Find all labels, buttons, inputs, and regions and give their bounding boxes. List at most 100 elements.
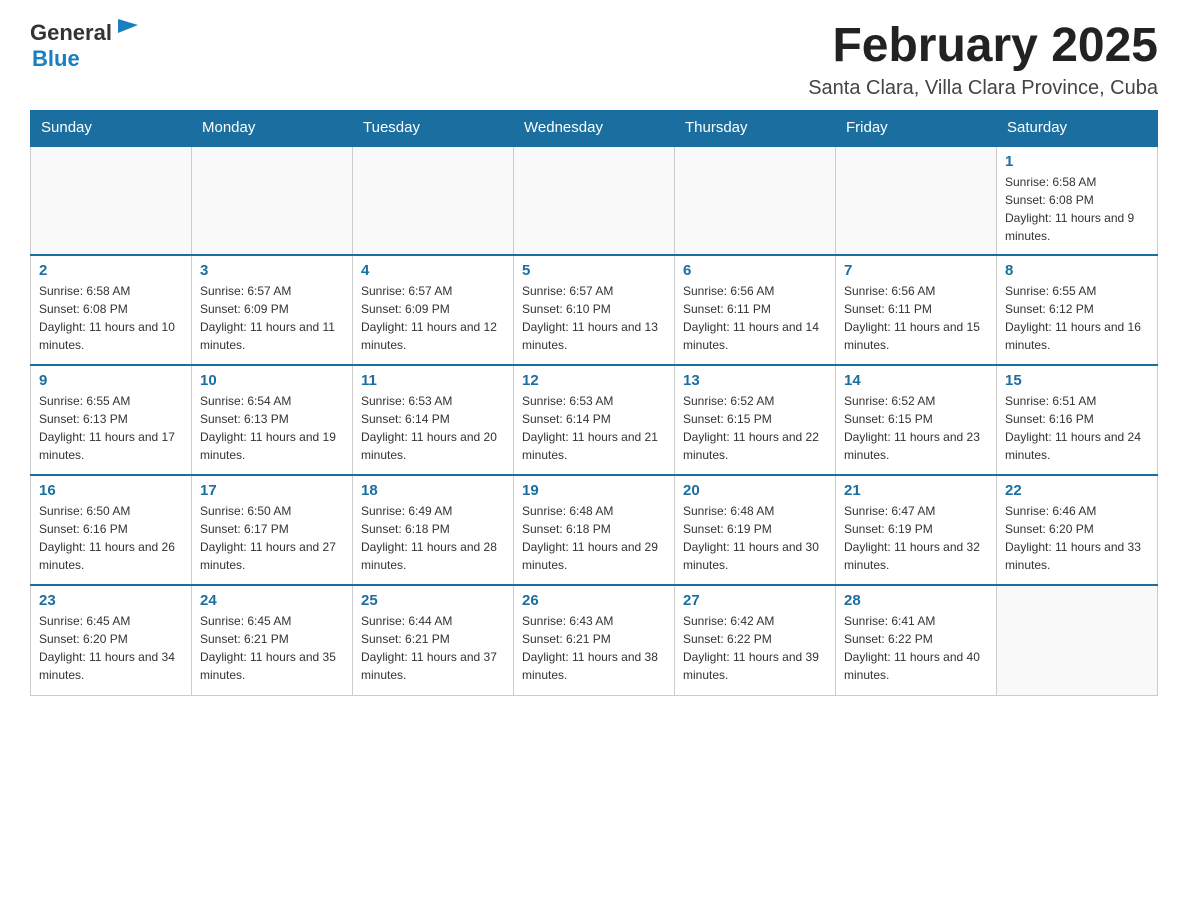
calendar-day-cell: 25 Sunrise: 6:44 AMSunset: 6:21 PMDayligh…: [353, 585, 514, 695]
calendar-day-cell: 5 Sunrise: 6:57 AMSunset: 6:10 PMDaylight…: [514, 255, 675, 365]
day-number: 24: [200, 592, 344, 609]
day-info: Sunrise: 6:46 AMSunset: 6:20 PMDaylight:…: [1005, 502, 1149, 574]
calendar-day-cell: 4 Sunrise: 6:57 AMSunset: 6:09 PMDaylight…: [353, 255, 514, 365]
day-number: 26: [522, 592, 666, 609]
day-of-week-header: Sunday: [31, 110, 192, 145]
day-info: Sunrise: 6:57 AMSunset: 6:09 PMDaylight:…: [200, 282, 344, 354]
day-number: 25: [361, 592, 505, 609]
calendar-day-cell: 1 Sunrise: 6:58 AMSunset: 6:08 PMDaylight…: [997, 145, 1158, 255]
day-number: 4: [361, 262, 505, 279]
day-info: Sunrise: 6:54 AMSunset: 6:13 PMDaylight:…: [200, 392, 344, 464]
day-info: Sunrise: 6:49 AMSunset: 6:18 PMDaylight:…: [361, 502, 505, 574]
day-number: 1: [1005, 153, 1149, 170]
calendar-day-cell: 13 Sunrise: 6:52 AMSunset: 6:15 PMDayligh…: [675, 365, 836, 475]
day-number: 3: [200, 262, 344, 279]
day-info: Sunrise: 6:53 AMSunset: 6:14 PMDaylight:…: [522, 392, 666, 464]
day-number: 8: [1005, 262, 1149, 279]
calendar-day-cell: 6 Sunrise: 6:56 AMSunset: 6:11 PMDaylight…: [675, 255, 836, 365]
calendar-day-cell: 28 Sunrise: 6:41 AMSunset: 6:22 PMDayligh…: [836, 585, 997, 695]
logo: General Blue: [30, 20, 142, 72]
calendar-title-block: February 2025 Santa Clara, Villa Clara P…: [808, 20, 1158, 100]
day-number: 16: [39, 482, 183, 499]
day-info: Sunrise: 6:48 AMSunset: 6:18 PMDaylight:…: [522, 502, 666, 574]
day-number: 22: [1005, 482, 1149, 499]
logo-general-text: General: [30, 20, 112, 46]
day-number: 21: [844, 482, 988, 499]
calendar-day-cell: 3 Sunrise: 6:57 AMSunset: 6:09 PMDaylight…: [192, 255, 353, 365]
day-info: Sunrise: 6:45 AMSunset: 6:20 PMDaylight:…: [39, 612, 183, 684]
calendar-day-cell: 17Sunrise: 6:50 AMSunset: 6:17 PMDayligh…: [192, 475, 353, 585]
calendar-day-cell: 20 Sunrise: 6:48 AMSunset: 6:19 PMDayligh…: [675, 475, 836, 585]
day-info: Sunrise: 6:47 AMSunset: 6:19 PMDaylight:…: [844, 502, 988, 574]
day-info: Sunrise: 6:58 AMSunset: 6:08 PMDaylight:…: [39, 282, 183, 354]
calendar-day-cell: [192, 145, 353, 255]
day-number: 20: [683, 482, 827, 499]
calendar-day-cell: 24Sunrise: 6:45 AMSunset: 6:21 PMDayligh…: [192, 585, 353, 695]
day-info: Sunrise: 6:53 AMSunset: 6:14 PMDaylight:…: [361, 392, 505, 464]
day-number: 28: [844, 592, 988, 609]
day-number: 18: [361, 482, 505, 499]
calendar-day-cell: 2 Sunrise: 6:58 AMSunset: 6:08 PMDaylight…: [31, 255, 192, 365]
calendar-day-cell: 26 Sunrise: 6:43 AMSunset: 6:21 PMDayligh…: [514, 585, 675, 695]
day-number: 27: [683, 592, 827, 609]
calendar-day-cell: [675, 145, 836, 255]
day-info: Sunrise: 6:43 AMSunset: 6:21 PMDaylight:…: [522, 612, 666, 684]
day-info: Sunrise: 6:52 AMSunset: 6:15 PMDaylight:…: [844, 392, 988, 464]
day-number: 15: [1005, 372, 1149, 389]
month-title: February 2025: [808, 20, 1158, 73]
day-info: Sunrise: 6:50 AMSunset: 6:16 PMDaylight:…: [39, 502, 183, 574]
day-of-week-header: Tuesday: [353, 110, 514, 145]
calendar-day-cell: 8Sunrise: 6:55 AMSunset: 6:12 PMDaylight…: [997, 255, 1158, 365]
calendar-day-cell: 18 Sunrise: 6:49 AMSunset: 6:18 PMDayligh…: [353, 475, 514, 585]
calendar-day-cell: 10 Sunrise: 6:54 AMSunset: 6:13 PMDayligh…: [192, 365, 353, 475]
calendar-week-row: 1 Sunrise: 6:58 AMSunset: 6:08 PMDaylight…: [31, 145, 1158, 255]
calendar-table: SundayMondayTuesdayWednesdayThursdayFrid…: [30, 110, 1158, 696]
day-info: Sunrise: 6:44 AMSunset: 6:21 PMDaylight:…: [361, 612, 505, 684]
day-info: Sunrise: 6:57 AMSunset: 6:10 PMDaylight:…: [522, 282, 666, 354]
day-number: 9: [39, 372, 183, 389]
calendar-day-cell: 22 Sunrise: 6:46 AMSunset: 6:20 PMDayligh…: [997, 475, 1158, 585]
day-number: 6: [683, 262, 827, 279]
day-of-week-header: Thursday: [675, 110, 836, 145]
calendar-day-cell: 27Sunrise: 6:42 AMSunset: 6:22 PMDayligh…: [675, 585, 836, 695]
day-of-week-header: Saturday: [997, 110, 1158, 145]
day-number: 11: [361, 372, 505, 389]
calendar-day-cell: 19 Sunrise: 6:48 AMSunset: 6:18 PMDayligh…: [514, 475, 675, 585]
day-number: 13: [683, 372, 827, 389]
calendar-week-row: 9Sunrise: 6:55 AMSunset: 6:13 PMDaylight…: [31, 365, 1158, 475]
day-number: 14: [844, 372, 988, 389]
calendar-day-cell: [31, 145, 192, 255]
calendar-week-row: 16 Sunrise: 6:50 AMSunset: 6:16 PMDayligh…: [31, 475, 1158, 585]
calendar-week-row: 23 Sunrise: 6:45 AMSunset: 6:20 PMDayligh…: [31, 585, 1158, 695]
day-number: 7: [844, 262, 988, 279]
day-info: Sunrise: 6:48 AMSunset: 6:19 PMDaylight:…: [683, 502, 827, 574]
calendar-day-cell: [514, 145, 675, 255]
day-number: 12: [522, 372, 666, 389]
calendar-day-cell: 9Sunrise: 6:55 AMSunset: 6:13 PMDaylight…: [31, 365, 192, 475]
day-of-week-header: Wednesday: [514, 110, 675, 145]
day-info: Sunrise: 6:51 AMSunset: 6:16 PMDaylight:…: [1005, 392, 1149, 464]
calendar-day-cell: [353, 145, 514, 255]
day-number: 23: [39, 592, 183, 609]
calendar-day-cell: 15 Sunrise: 6:51 AMSunset: 6:16 PMDayligh…: [997, 365, 1158, 475]
day-info: Sunrise: 6:52 AMSunset: 6:15 PMDaylight:…: [683, 392, 827, 464]
day-of-week-header: Monday: [192, 110, 353, 145]
day-info: Sunrise: 6:57 AMSunset: 6:09 PMDaylight:…: [361, 282, 505, 354]
day-info: Sunrise: 6:56 AMSunset: 6:11 PMDaylight:…: [683, 282, 827, 354]
calendar-day-cell: 12 Sunrise: 6:53 AMSunset: 6:14 PMDayligh…: [514, 365, 675, 475]
day-number: 19: [522, 482, 666, 499]
calendar-day-cell: 11 Sunrise: 6:53 AMSunset: 6:14 PMDayligh…: [353, 365, 514, 475]
day-number: 5: [522, 262, 666, 279]
day-number: 2: [39, 262, 183, 279]
calendar-day-cell: [836, 145, 997, 255]
logo-flag-icon: [114, 15, 142, 43]
calendar-week-row: 2 Sunrise: 6:58 AMSunset: 6:08 PMDaylight…: [31, 255, 1158, 365]
calendar-day-cell: 7Sunrise: 6:56 AMSunset: 6:11 PMDaylight…: [836, 255, 997, 365]
day-info: Sunrise: 6:41 AMSunset: 6:22 PMDaylight:…: [844, 612, 988, 684]
day-info: Sunrise: 6:50 AMSunset: 6:17 PMDaylight:…: [200, 502, 344, 574]
calendar-day-cell: [997, 585, 1158, 695]
day-info: Sunrise: 6:58 AMSunset: 6:08 PMDaylight:…: [1005, 173, 1149, 245]
calendar-header-row: SundayMondayTuesdayWednesdayThursdayFrid…: [31, 110, 1158, 145]
page-header: General Blue February 2025 Santa Clara, …: [30, 20, 1158, 100]
day-number: 10: [200, 372, 344, 389]
